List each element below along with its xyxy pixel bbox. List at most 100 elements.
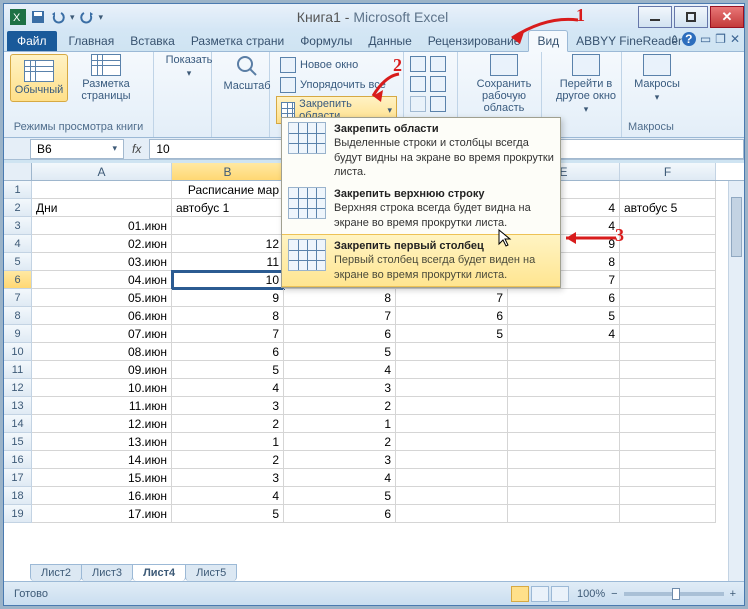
cell[interactable]: 11.июн [32,397,172,415]
cell[interactable]: 2 [284,433,396,451]
cell[interactable]: 4 [172,487,284,505]
cell[interactable]: 4 [508,325,620,343]
tab-formulas[interactable]: Формулы [292,31,360,51]
row-header[interactable]: 10 [4,343,32,361]
tab-page-layout[interactable]: Разметка страни [183,31,292,51]
cell[interactable] [508,379,620,397]
cell[interactable] [620,217,716,235]
cell[interactable]: 6 [284,325,396,343]
freeze-first-column-item[interactable]: Закрепить первый столбецПервый столбец в… [282,234,560,287]
sheet-tab[interactable]: Лист3 [81,564,133,581]
fx-icon[interactable]: fx [124,142,149,156]
cell[interactable]: 1 [172,433,284,451]
cell[interactable]: Расписание мар [172,181,284,199]
cell[interactable]: 10.июн [32,379,172,397]
cell[interactable]: 1 [284,415,396,433]
row-header[interactable]: 17 [4,469,32,487]
row-header[interactable]: 3 [4,217,32,235]
cell[interactable]: 8 [172,307,284,325]
cell[interactable] [620,307,716,325]
cell[interactable]: 2 [172,415,284,433]
col-header-B[interactable]: B [172,163,284,180]
show-button[interactable]: Показать ▾ [160,54,218,79]
cell[interactable]: 02.июн [32,235,172,253]
save-icon[interactable] [30,9,46,25]
cell[interactable]: 15.июн [32,469,172,487]
undo-dropdown-icon[interactable]: ▾ [70,12,75,23]
hide-icon[interactable] [410,76,426,92]
qat-customize-icon[interactable]: ▾ [99,12,104,23]
scroll-thumb[interactable] [731,197,742,257]
tab-data[interactable]: Данные [360,31,419,51]
cell[interactable] [172,217,284,235]
cell[interactable] [32,181,172,199]
cell[interactable] [396,433,508,451]
zoom-out-button[interactable]: − [611,588,617,600]
cell[interactable] [508,451,620,469]
cell[interactable]: 5 [508,307,620,325]
cell[interactable]: 12.июн [32,415,172,433]
cell[interactable] [508,361,620,379]
row-header[interactable]: 14 [4,415,32,433]
cell[interactable]: 4 [284,361,396,379]
zoom-button[interactable]: Масштаб [218,54,276,92]
cell[interactable]: Дни [32,199,172,217]
cell[interactable]: 7 [284,307,396,325]
cell[interactable] [396,379,508,397]
cell[interactable] [620,361,716,379]
row-header[interactable]: 9 [4,325,32,343]
cell[interactable]: 01.июн [32,217,172,235]
reset-window-icon[interactable] [430,96,446,112]
cell[interactable] [620,415,716,433]
name-box[interactable]: B6 ▾ [30,139,124,159]
cell[interactable] [620,235,716,253]
cell[interactable]: 11 [172,253,284,271]
cell[interactable]: 7 [172,325,284,343]
cell[interactable]: 2 [284,397,396,415]
cell[interactable] [396,415,508,433]
cell[interactable]: 6 [508,289,620,307]
cell[interactable] [620,343,716,361]
cell[interactable] [396,505,508,523]
select-all-corner[interactable] [4,163,32,180]
row-header[interactable]: 6 [4,271,32,289]
cell[interactable]: 8 [284,289,396,307]
row-header[interactable]: 4 [4,235,32,253]
cell[interactable] [620,181,716,199]
cell[interactable]: 14.июн [32,451,172,469]
cell[interactable]: автобус 5 [620,199,716,217]
close-button[interactable]: ✕ [710,6,744,28]
cell[interactable] [396,487,508,505]
cell[interactable] [620,325,716,343]
cell[interactable] [508,415,620,433]
cell[interactable]: 07.июн [32,325,172,343]
cell[interactable] [620,505,716,523]
freeze-panes-item[interactable]: Закрепить областиВыделенные строки и сто… [282,118,560,183]
tab-file[interactable]: Файл [7,31,57,51]
zoom-slider-thumb[interactable] [672,588,680,600]
cell[interactable]: 5 [172,505,284,523]
cell[interactable]: 12 [172,235,284,253]
maximize-button[interactable] [674,6,708,28]
cell[interactable] [508,505,620,523]
cell[interactable] [620,253,716,271]
row-header[interactable]: 19 [4,505,32,523]
cell[interactable]: 3 [284,379,396,397]
sheet-tab[interactable]: Лист2 [30,564,82,581]
view-page-layout-shortcut[interactable] [531,586,549,602]
view-normal-button[interactable]: Обычный [10,54,68,102]
cell[interactable] [620,271,716,289]
doc-minimize-icon[interactable]: ▭ [700,32,711,46]
sync-scroll-icon[interactable] [430,76,446,92]
vertical-scrollbar[interactable] [728,181,744,581]
cell[interactable]: 04.июн [32,271,172,289]
cell[interactable]: 09.июн [32,361,172,379]
cell[interactable] [620,487,716,505]
cell[interactable]: 10 [172,271,284,289]
doc-close-icon[interactable]: ✕ [730,32,740,46]
row-header[interactable]: 15 [4,433,32,451]
row-header[interactable]: 5 [4,253,32,271]
cell[interactable]: 4 [172,379,284,397]
cell[interactable] [508,343,620,361]
cell[interactable] [620,469,716,487]
